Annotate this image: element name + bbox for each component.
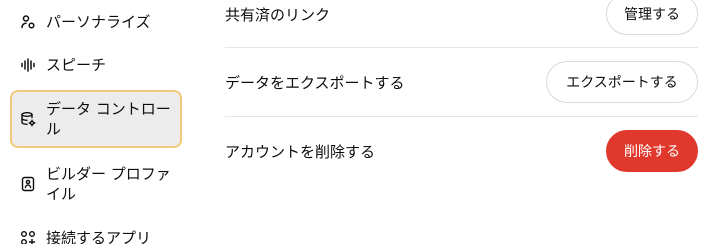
sidebar-item-speech[interactable]: スピーチ [10, 53, 182, 77]
settings-sidebar: パーソナライズ スピーチ データ コントロール ビルダー プロファイル 接続する… [0, 0, 200, 244]
speech-waveform-icon [20, 57, 36, 73]
divider [225, 47, 698, 48]
sidebar-item-connected-apps[interactable]: 接続するアプリ [10, 226, 182, 244]
settings-panel: パーソナライズ スピーチ データ コントロール ビルダー プロファイル 接続する… [0, 0, 720, 244]
delete-account-button[interactable]: 削除する [606, 130, 698, 172]
delete-account-label: アカウントを削除する [225, 142, 376, 161]
delete-account-row: アカウントを削除する 削除する [225, 129, 698, 173]
sidebar-item-label: スピーチ [46, 56, 107, 74]
sidebar-item-personalize[interactable]: パーソナライズ [10, 10, 182, 34]
sidebar-item-builder-profile[interactable]: ビルダー プロファイル [10, 160, 182, 208]
export-data-row: データをエクスポートする エクスポートする [225, 60, 698, 104]
export-data-label: データをエクスポートする [225, 73, 405, 92]
shared-links-label: 共有済のリンク [225, 5, 331, 24]
data-controls-icon [20, 111, 36, 127]
sidebar-item-data-controls[interactable]: データ コントロール [10, 90, 182, 148]
shared-links-row: 共有済のリンク 管理する [225, 0, 698, 36]
export-data-button[interactable]: エクスポートする [546, 61, 698, 103]
sidebar-item-label: データ コントロール [46, 100, 171, 138]
sidebar-item-label: 接続するアプリ [46, 229, 152, 244]
builder-profile-icon [20, 176, 36, 192]
connected-apps-icon [20, 230, 36, 244]
divider [225, 116, 698, 117]
manage-shared-links-button[interactable]: 管理する [606, 0, 698, 35]
sidebar-item-label: ビルダー プロファイル [46, 165, 171, 203]
personalize-icon [20, 14, 36, 30]
sidebar-item-label: パーソナライズ [46, 13, 151, 31]
data-controls-section: 共有済のリンク 管理する データをエクスポートする エクスポートする アカウント… [225, 0, 698, 244]
